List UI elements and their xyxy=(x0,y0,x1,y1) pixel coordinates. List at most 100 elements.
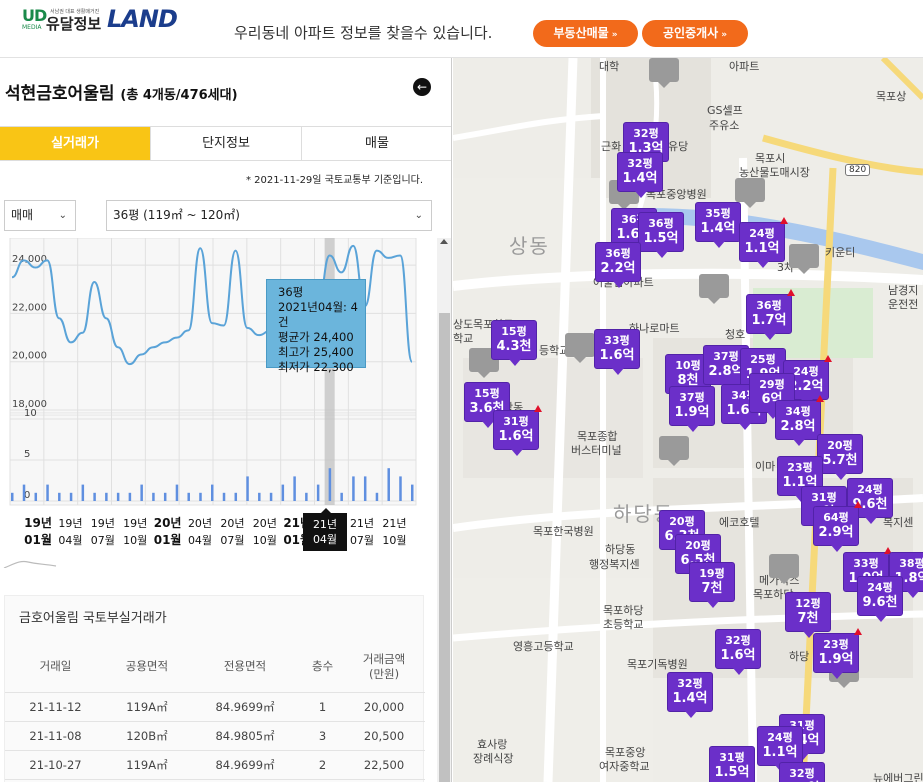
map-place-label: 아파트 xyxy=(729,60,760,73)
apartment-price-pin[interactable]: 24평 1.1억 xyxy=(757,726,803,772)
apartment-price-pin[interactable]: 33평 1.6억 xyxy=(594,329,640,375)
pin-body: 32평 1.6억 xyxy=(715,629,761,675)
cell-amount: 20,500 xyxy=(343,721,425,751)
apartment-price-pin[interactable]: 20평 5.7천 xyxy=(817,434,863,480)
volume-bar xyxy=(340,492,343,501)
map-place-label: 목포상 xyxy=(876,90,907,103)
volume-tick-label: 10 xyxy=(24,408,37,419)
map-place-label: 주유소 xyxy=(709,119,740,132)
pin-area-label: 29평 xyxy=(759,378,785,391)
apartment-price-pin[interactable]: 32평1.1억 xyxy=(779,762,825,782)
apartment-price-pin[interactable]: 32평 1.4억 xyxy=(667,672,713,718)
pin-area-label: 32평 xyxy=(725,634,751,647)
map-place-label: 키운티 xyxy=(825,246,856,259)
pin-area-label: 23평 xyxy=(823,638,849,651)
apartment-price-pin[interactable]: 36평 1.5억 xyxy=(638,212,684,258)
pin-price-label: 7천 xyxy=(701,581,723,596)
apartment-price-pin[interactable]: 36평 1.7억 xyxy=(746,289,795,340)
apartment-price-pin[interactable]: 32평 1.6억 xyxy=(715,629,761,675)
apartment-price-pin[interactable]: 31평 1.5억 xyxy=(709,746,755,782)
pin-area-label: 24평 xyxy=(749,227,775,240)
tab-complex-info[interactable]: 단지정보 xyxy=(151,127,302,160)
pin-body: 15평 4.3천 xyxy=(491,320,537,366)
pin-area-label: 35평 xyxy=(705,207,731,220)
map-place-label: 초등학교 xyxy=(603,618,644,631)
pin-area-label: 32평 xyxy=(633,127,659,140)
tooltip-avg: 평균가 24,400 xyxy=(278,330,354,344)
logo-land[interactable]: LAND xyxy=(107,5,178,33)
volume-bar xyxy=(128,492,132,501)
map-gray-pin[interactable] xyxy=(659,436,689,466)
price-chart[interactable]: 24,000 22,000 20,000 18,000 10 5 0 19년 01월 19년 04월… xyxy=(0,237,451,569)
tab-listings[interactable]: 매물 xyxy=(302,127,451,160)
agent-button[interactable]: 공인중개사» xyxy=(642,20,748,47)
panel-scroll-thumb[interactable] xyxy=(439,313,450,782)
size-select[interactable]: 36평 (119㎡ ~ 120㎡) ⌄ xyxy=(106,200,432,231)
map-place-label: 목포기독병원 xyxy=(627,658,688,671)
pin-price-label: 1.9억 xyxy=(818,652,854,667)
volume-bar xyxy=(93,492,96,501)
apartment-price-pin[interactable]: 31평 1.6억 xyxy=(493,405,542,456)
table-row: 21-10-27 119A㎡ 84.9699㎡ 2 22,500 xyxy=(5,750,425,780)
tooltip-title: 36평 xyxy=(278,285,304,299)
trade-table-body: 21-11-12 119A㎡ 84.9699㎡ 1 20,000 21-11-08 120B… xyxy=(5,692,425,780)
map-gray-pin[interactable] xyxy=(789,244,819,274)
volume-bar xyxy=(293,476,296,501)
map-place-label: 하당동 xyxy=(605,543,636,556)
pin-area-label: 12평 xyxy=(795,597,821,610)
map-place-label: 버스터미널 xyxy=(571,444,622,457)
map-place-label: 장례식장 xyxy=(473,752,514,765)
scroll-up-icon[interactable] xyxy=(440,239,448,244)
map-place-label: 운전전 xyxy=(888,298,919,311)
header-tagline: 우리동네 아파트 정보를 찾을수 있습니다. xyxy=(234,24,493,42)
col-amount-unit: (만원) xyxy=(368,666,400,681)
apartment-price-pin[interactable]: 37평 1.9억 xyxy=(669,386,715,432)
realestate-listing-button[interactable]: 부동산매물» xyxy=(533,20,638,47)
x-tick-year: 20년 xyxy=(154,516,182,530)
volume-bar xyxy=(352,476,355,501)
pin-body: 12평 7천 xyxy=(785,592,831,638)
realestate-listing-label: 부동산매물 xyxy=(553,26,609,40)
detail-tabs: 실거래가 단지정보 매물 xyxy=(0,126,451,161)
apartment-price-pin[interactable]: 32평 1.4억 xyxy=(617,152,663,198)
pin-body: 31평 1.6억 xyxy=(493,410,539,456)
map-place-label: 학교 xyxy=(453,332,474,345)
apartment-price-pin[interactable]: 64평 2.9억 xyxy=(813,501,862,552)
ud-media-logo[interactable]: UD MEDIA xyxy=(22,8,47,32)
tab-real-transaction[interactable]: 실거래가 xyxy=(0,127,151,160)
pin-area-label: 32평 xyxy=(677,677,703,690)
apartment-price-pin[interactable]: 35평 1.4억 xyxy=(695,202,741,248)
map-gray-pin[interactable] xyxy=(699,274,729,304)
apartment-price-pin[interactable]: 24평 1.1억 xyxy=(739,217,788,268)
pin-area-label: 20평 xyxy=(669,515,695,528)
pin-area-label: 24평 xyxy=(867,581,893,594)
trade-history-title: 금호어울림 국토부실거래가 xyxy=(19,611,167,626)
tooltip-max: 최고가 25,400 xyxy=(278,345,354,359)
map-place-label: 행정복지센 xyxy=(589,558,640,571)
pin-body: 36평 2.2억 xyxy=(595,242,641,288)
apartment-price-pin[interactable]: 23평 1.9억 xyxy=(813,628,862,679)
logo-name[interactable]: 유달정보 xyxy=(46,13,101,34)
apartment-price-pin[interactable]: 12평 7천 xyxy=(785,592,831,638)
apartment-price-pin[interactable]: 19평 7천 xyxy=(689,562,735,608)
pin-body: 19평 7천 xyxy=(689,562,735,608)
apartment-price-pin[interactable]: 34평 2.8억 xyxy=(775,395,824,446)
map-gray-pin[interactable] xyxy=(565,333,595,363)
map-gray-pin[interactable] xyxy=(735,178,765,208)
map-gray-pin[interactable] xyxy=(649,58,679,88)
price-chart-svg: 24,00022,00020,00018,000105019년01월19년04월… xyxy=(3,237,417,569)
apartment-panel: 석현금호어울림 (총 4개동/476세대) ← 실거래가 단지정보 매물 * 2… xyxy=(0,58,452,782)
arrow-left-circle-icon[interactable]: ← xyxy=(413,78,431,96)
cell-floor: 1 xyxy=(302,692,344,722)
apartment-price-pin[interactable]: 24평 9.6천 xyxy=(857,576,903,622)
pin-area-label: 64평 xyxy=(823,511,849,524)
apartment-price-pin[interactable]: 15평 4.3천 xyxy=(491,320,537,366)
map-view[interactable]: 820 상동 하당동 대학 아파트 목포상 GS셀프 주유소 근화 유당 목포시 농산물도매시장 목포… xyxy=(453,58,923,782)
pin-body: 20평 5.7천 xyxy=(817,434,863,480)
trade-type-select[interactable]: 매매 ⌄ xyxy=(4,200,76,231)
agent-label: 공인중개사 xyxy=(662,26,719,40)
cell-supply-area: 119A㎡ xyxy=(105,692,188,722)
map-gray-pin[interactable] xyxy=(769,554,799,584)
apartment-price-pin[interactable]: 36평 2.2억 xyxy=(595,242,641,288)
apartment-title: 석현금호어울림 (총 4개동/476세대) xyxy=(5,79,238,104)
